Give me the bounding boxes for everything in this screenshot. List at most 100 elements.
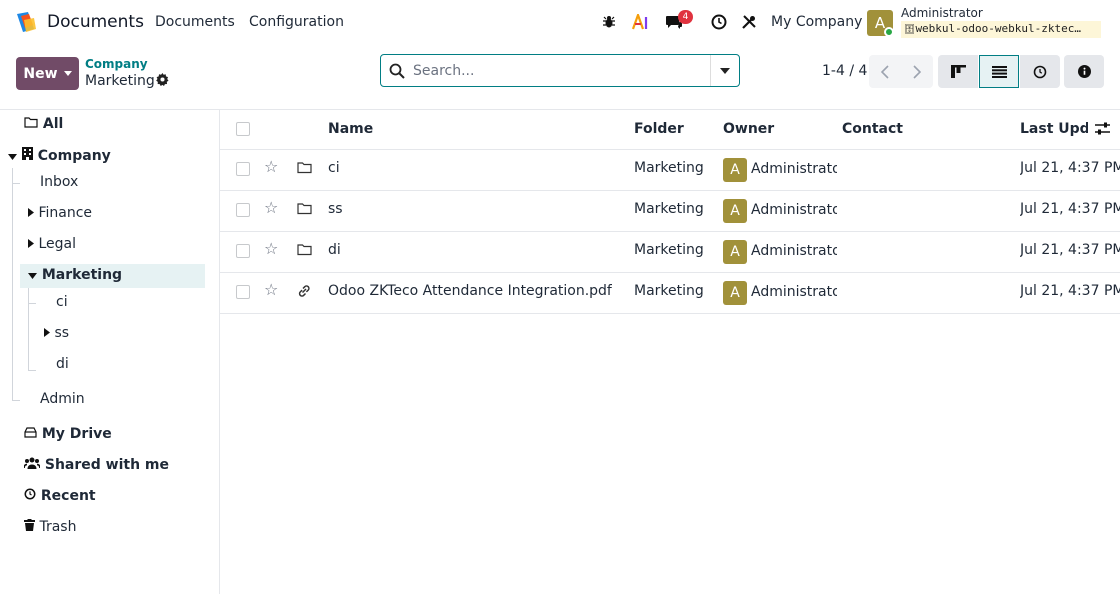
column-header-last-updated[interactable]: Last Updat (1020, 121, 1088, 137)
caret-right-icon (28, 239, 34, 248)
star-icon[interactable]: ☆ (264, 157, 278, 176)
select-all-checkbox[interactable] (236, 122, 250, 136)
row-checkbox[interactable] (236, 162, 250, 176)
sidebar-item-marketing[interactable]: Marketing (28, 267, 122, 283)
user-name[interactable]: Administrator (901, 6, 983, 20)
star-icon[interactable]: ☆ (264, 239, 278, 258)
list-view-button[interactable] (979, 55, 1019, 88)
bug-icon[interactable] (599, 12, 619, 32)
sidebar-item-trash[interactable]: Trash (24, 519, 76, 535)
tree-tick (28, 303, 36, 304)
users-icon (23, 457, 41, 469)
caret-down-icon (720, 67, 730, 74)
owner-avatar: A (723, 240, 747, 264)
caret-right-icon (28, 208, 34, 217)
folder-icon (24, 117, 38, 128)
row-folder: Marketing (634, 242, 704, 258)
row-last-updated: Jul 21, 4:37 PM (1020, 160, 1120, 176)
info-icon (1077, 65, 1091, 78)
new-button[interactable]: New (16, 57, 79, 90)
menu-documents[interactable]: Documents (155, 14, 235, 30)
clock-icon (1033, 65, 1047, 78)
kanban-view-button[interactable] (938, 55, 978, 88)
pager-previous-button[interactable] (869, 55, 901, 88)
list-icon (991, 65, 1007, 78)
building-icon (21, 147, 33, 160)
company-switcher[interactable]: My Company (771, 14, 862, 30)
pager-value[interactable]: 1-4 / 4 (822, 63, 867, 79)
owner-avatar: A (723, 281, 747, 305)
sidebar-item-ci[interactable]: ci (56, 294, 68, 310)
sidebar-item-all[interactable]: All (24, 116, 63, 132)
row-divider (220, 272, 1120, 273)
row-owner: Administrator (751, 284, 837, 300)
sidebar-item-my-drive[interactable]: My Drive (24, 426, 112, 442)
sidebar-item-recent[interactable]: Recent (24, 488, 96, 504)
top-navbar: Documents Documents Configuration 4 My C… (0, 0, 1120, 46)
trash-icon (24, 519, 35, 531)
caret-down-icon (8, 154, 17, 160)
sidebar-item-ss[interactable]: ss (44, 325, 69, 341)
row-last-updated: Jul 21, 4:37 PM (1020, 242, 1120, 258)
search-options-toggle[interactable] (710, 55, 739, 86)
app-name[interactable]: Documents (47, 12, 144, 32)
menu-configuration[interactable]: Configuration (249, 14, 344, 30)
folder-icon (297, 161, 312, 178)
ai-icon[interactable] (631, 12, 651, 32)
search-icon (389, 63, 405, 79)
folder-icon (297, 202, 312, 219)
sidebar-item-finance[interactable]: Finance (28, 205, 92, 221)
optional-columns-icon[interactable] (1095, 121, 1110, 140)
sidebar-item-legal[interactable]: Legal (28, 236, 76, 252)
row-folder: Marketing (634, 160, 704, 176)
tree-tick (28, 370, 36, 371)
caret-right-icon (44, 328, 50, 337)
documents-app-icon[interactable] (14, 11, 38, 35)
document-list (220, 109, 1120, 594)
breadcrumb-company[interactable]: Company (85, 57, 148, 71)
tools-icon[interactable] (739, 12, 759, 32)
hard-drive-icon (24, 427, 37, 438)
column-header-owner[interactable]: Owner (723, 121, 774, 137)
row-checkbox[interactable] (236, 285, 250, 299)
owner-avatar: A (723, 158, 747, 182)
row-divider (220, 231, 1120, 232)
row-name[interactable]: ci (328, 160, 340, 176)
row-checkbox[interactable] (236, 244, 250, 258)
row-divider (220, 149, 1120, 150)
row-owner: Administrator (751, 243, 837, 259)
column-header-contact[interactable]: Contact (842, 121, 903, 137)
row-divider (220, 190, 1120, 191)
row-checkbox[interactable] (236, 203, 250, 217)
sidebar-item-di[interactable]: di (56, 356, 69, 372)
sidebar-item-company[interactable]: Company (8, 147, 111, 164)
column-header-folder[interactable]: Folder (634, 121, 684, 137)
activity-view-button[interactable] (1020, 55, 1060, 88)
chevron-left-icon (881, 64, 889, 79)
star-icon[interactable]: ☆ (264, 280, 278, 299)
chevron-right-icon (913, 64, 921, 79)
caret-down-icon (63, 71, 72, 76)
sidebar-item-shared[interactable]: Shared with me (23, 457, 169, 473)
details-panel-button[interactable] (1064, 55, 1104, 88)
folder-icon (297, 243, 312, 260)
search-input[interactable] (413, 61, 703, 81)
sidebar-item-inbox[interactable]: Inbox (40, 174, 78, 190)
column-header-name[interactable]: Name (328, 121, 373, 137)
row-divider (220, 313, 1120, 314)
online-status-dot (884, 27, 894, 37)
owner-avatar: A (723, 199, 747, 223)
tree-tick (12, 183, 20, 184)
row-name[interactable]: di (328, 242, 341, 258)
clock-icon[interactable] (709, 12, 729, 32)
sidebar-item-admin[interactable]: Admin (40, 391, 85, 407)
star-icon[interactable]: ☆ (264, 198, 278, 217)
row-name[interactable]: Odoo ZKTeco Attendance Integration.pdf (328, 283, 612, 299)
row-last-updated: Jul 21, 4:37 PM (1020, 283, 1120, 299)
pager-next-button[interactable] (901, 55, 933, 88)
row-name[interactable]: ss (328, 201, 343, 217)
row-last-updated: Jul 21, 4:37 PM (1020, 201, 1120, 217)
tree-line (12, 168, 13, 400)
messages-count-badge: 4 (678, 10, 693, 24)
gear-icon[interactable] (156, 73, 169, 90)
